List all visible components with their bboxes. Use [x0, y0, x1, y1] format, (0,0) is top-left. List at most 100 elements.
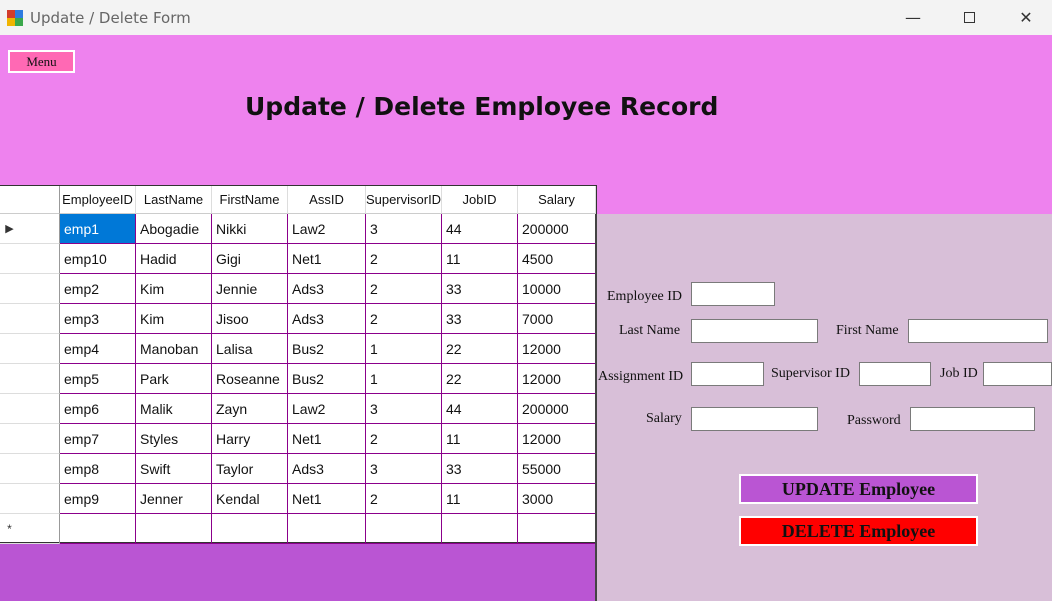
table-cell[interactable]: Ads3	[288, 304, 366, 334]
table-cell[interactable]: 22	[442, 334, 518, 364]
table-cell[interactable]: 55000	[518, 454, 596, 484]
new-row[interactable]: *	[0, 514, 596, 544]
table-cell[interactable]: Jenner	[136, 484, 212, 514]
column-header[interactable]: LastName	[136, 186, 212, 214]
table-cell[interactable]	[212, 514, 288, 544]
table-cell[interactable]: emp8	[60, 454, 136, 484]
row-header[interactable]: *	[0, 514, 60, 544]
table-row[interactable]: emp9 Jenner Kendal Net1 2 11 3000	[0, 484, 596, 514]
table-cell[interactable]: emp7	[60, 424, 136, 454]
table-cell[interactable]	[136, 514, 212, 544]
table-cell[interactable]: Park	[136, 364, 212, 394]
column-header[interactable]: FirstName	[212, 186, 288, 214]
supervisor-id-field[interactable]	[859, 362, 931, 386]
table-cell[interactable]: 44	[442, 214, 518, 244]
table-cell[interactable]: Malik	[136, 394, 212, 424]
table-cell[interactable]: 3	[366, 214, 442, 244]
grid-corner-header[interactable]	[0, 186, 60, 214]
row-header[interactable]	[0, 454, 60, 484]
table-row[interactable]: ▶ emp1 Abogadie Nikki Law2 3 44 200000	[0, 214, 596, 244]
maximize-button[interactable]	[943, 0, 995, 35]
table-cell[interactable]: Kim	[136, 274, 212, 304]
column-header[interactable]: AssID	[288, 186, 366, 214]
column-header[interactable]: SupervisorID	[366, 186, 442, 214]
table-cell[interactable]: Lalisa	[212, 334, 288, 364]
table-cell[interactable]: 2	[366, 424, 442, 454]
row-header[interactable]: ▶	[0, 214, 60, 244]
table-cell[interactable]: 3000	[518, 484, 596, 514]
table-row[interactable]: emp3 Kim Jisoo Ads3 2 33 7000	[0, 304, 596, 334]
column-header[interactable]: Salary	[518, 186, 596, 214]
row-header[interactable]	[0, 334, 60, 364]
table-row[interactable]: emp6 Malik Zayn Law2 3 44 200000	[0, 394, 596, 424]
row-header[interactable]	[0, 484, 60, 514]
table-row[interactable]: emp8 Swift Taylor Ads3 3 33 55000	[0, 454, 596, 484]
close-button[interactable]: ✕	[1000, 0, 1052, 35]
table-cell[interactable]: 12000	[518, 424, 596, 454]
job-id-field[interactable]	[983, 362, 1052, 386]
table-cell[interactable]: Law2	[288, 394, 366, 424]
table-cell[interactable]: 7000	[518, 304, 596, 334]
table-cell[interactable]: 11	[442, 484, 518, 514]
column-header[interactable]: EmployeeID	[60, 186, 136, 214]
table-cell[interactable]: 22	[442, 364, 518, 394]
table-cell[interactable]: 4500	[518, 244, 596, 274]
table-cell[interactable]: 2	[366, 274, 442, 304]
table-cell[interactable]: emp3	[60, 304, 136, 334]
last-name-field[interactable]	[691, 319, 818, 343]
table-cell[interactable]: Net1	[288, 484, 366, 514]
row-header[interactable]	[0, 304, 60, 334]
table-cell[interactable]: 11	[442, 244, 518, 274]
password-field[interactable]	[910, 407, 1035, 431]
table-cell[interactable]: 1	[366, 334, 442, 364]
table-cell[interactable]: Net1	[288, 424, 366, 454]
table-cell[interactable]: Styles	[136, 424, 212, 454]
table-cell[interactable]: Kendal	[212, 484, 288, 514]
table-cell[interactable]: emp1	[60, 214, 136, 244]
table-cell[interactable]: 200000	[518, 214, 596, 244]
table-cell[interactable]: Ads3	[288, 454, 366, 484]
table-cell[interactable]	[442, 514, 518, 544]
table-cell[interactable]: 2	[366, 244, 442, 274]
row-header[interactable]	[0, 424, 60, 454]
table-cell[interactable]: 33	[442, 274, 518, 304]
table-row[interactable]: emp2 Kim Jennie Ads3 2 33 10000	[0, 274, 596, 304]
first-name-field[interactable]	[908, 319, 1048, 343]
table-cell[interactable]: 200000	[518, 394, 596, 424]
employee-id-field[interactable]	[691, 282, 775, 306]
table-cell[interactable]	[60, 514, 136, 544]
table-cell[interactable]: Net1	[288, 244, 366, 274]
table-cell[interactable]: Bus2	[288, 364, 366, 394]
table-cell[interactable]: 33	[442, 454, 518, 484]
table-row[interactable]: emp7 Styles Harry Net1 2 11 12000	[0, 424, 596, 454]
table-row[interactable]: emp10 Hadid Gigi Net1 2 11 4500	[0, 244, 596, 274]
table-cell[interactable]: Hadid	[136, 244, 212, 274]
table-cell[interactable]: Ads3	[288, 274, 366, 304]
table-cell[interactable]: Jisoo	[212, 304, 288, 334]
table-cell[interactable]: Manoban	[136, 334, 212, 364]
table-cell[interactable]	[366, 514, 442, 544]
table-cell[interactable]: emp5	[60, 364, 136, 394]
table-cell[interactable]: 2	[366, 304, 442, 334]
table-cell[interactable]: Law2	[288, 214, 366, 244]
table-cell[interactable]: Gigi	[212, 244, 288, 274]
table-cell[interactable]: emp4	[60, 334, 136, 364]
table-cell[interactable]: emp2	[60, 274, 136, 304]
update-employee-button[interactable]: UPDATE Employee	[739, 474, 978, 504]
row-header[interactable]	[0, 364, 60, 394]
table-cell[interactable]: Nikki	[212, 214, 288, 244]
assignment-id-field[interactable]	[691, 362, 764, 386]
row-header[interactable]	[0, 394, 60, 424]
table-cell[interactable]: Kim	[136, 304, 212, 334]
table-cell[interactable]: 44	[442, 394, 518, 424]
table-cell[interactable]: emp10	[60, 244, 136, 274]
table-cell[interactable]: 3	[366, 454, 442, 484]
table-cell[interactable]: 12000	[518, 364, 596, 394]
table-row[interactable]: emp5 Park Roseanne Bus2 1 22 12000	[0, 364, 596, 394]
column-header[interactable]: JobID	[442, 186, 518, 214]
table-row[interactable]: emp4 Manoban Lalisa Bus2 1 22 12000	[0, 334, 596, 364]
table-cell[interactable]: Taylor	[212, 454, 288, 484]
table-cell[interactable]: 2	[366, 484, 442, 514]
table-cell[interactable]: Roseanne	[212, 364, 288, 394]
table-cell[interactable]: Jennie	[212, 274, 288, 304]
